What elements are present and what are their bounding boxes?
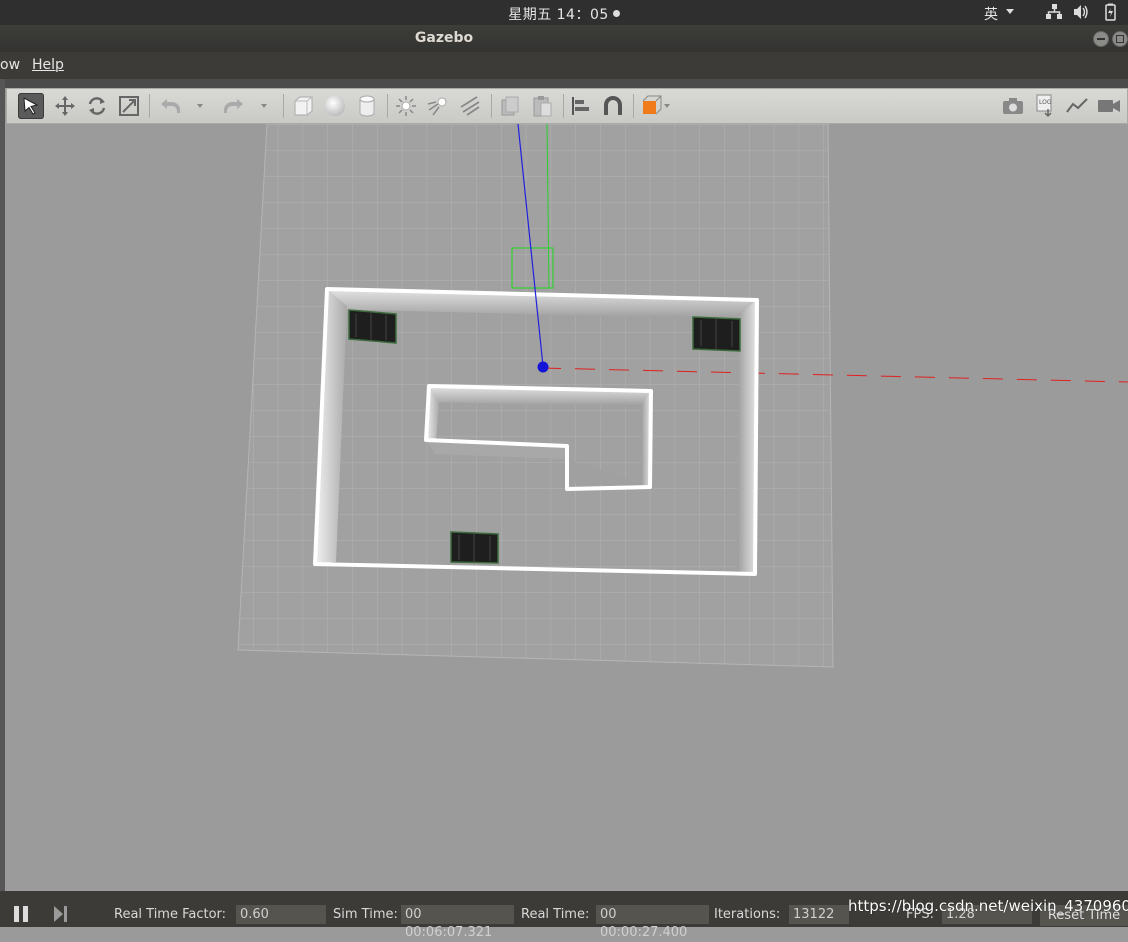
- sim-time-value: 00 00:06:07.321: [401, 905, 514, 940]
- redo-history-chevron-icon[interactable]: [261, 104, 267, 108]
- toolbar-separator: [633, 94, 634, 118]
- cabinet-object[interactable]: [450, 531, 499, 564]
- real-time-label: Real Time:: [521, 907, 590, 922]
- rotate-mode-icon[interactable]: [84, 93, 110, 119]
- toolbar-background: [0, 79, 1128, 88]
- translate-mode-icon[interactable]: [52, 93, 78, 119]
- real-time-factor-value: 0.60: [236, 905, 326, 924]
- paste-icon[interactable]: [529, 93, 555, 119]
- snap-icon[interactable]: [600, 93, 626, 119]
- pause-icon[interactable]: [14, 906, 30, 922]
- system-top-bar: 星期五 14：05 英: [0, 0, 1128, 25]
- align-icon[interactable]: [568, 93, 594, 119]
- notification-dot: [612, 10, 620, 17]
- origin-marker[interactable]: [537, 361, 549, 373]
- render-viewport[interactable]: [5, 123, 1128, 891]
- input-method-indicator[interactable]: 英: [984, 4, 998, 24]
- iterations-label: Iterations:: [714, 907, 781, 922]
- redo-icon[interactable]: [221, 93, 247, 119]
- minimize-button[interactable]: [1093, 31, 1109, 47]
- video-record-icon[interactable]: [1096, 93, 1122, 119]
- step-icon[interactable]: [52, 906, 70, 922]
- cylinder-shape-icon[interactable]: [354, 93, 380, 119]
- cabinet-object[interactable]: [692, 316, 741, 352]
- box-shape-icon[interactable]: [290, 93, 316, 119]
- toolbar-separator: [563, 94, 564, 118]
- scale-mode-icon[interactable]: [116, 93, 142, 119]
- screenshot-icon[interactable]: [1000, 93, 1026, 119]
- battery-icon[interactable]: [1101, 3, 1119, 21]
- menu-bar: ow Help: [0, 52, 1128, 79]
- window-title-bar: Gazebo: [0, 25, 1128, 52]
- real-time-factor-label: Real Time Factor:: [114, 907, 227, 922]
- input-method-chevron-icon[interactable]: [1006, 9, 1014, 14]
- plot-icon[interactable]: [1064, 93, 1090, 119]
- svg-text:LOG: LOG: [1039, 99, 1052, 106]
- real-time-value: 00 00:00:27.400: [596, 905, 709, 940]
- view-angle-chevron-icon[interactable]: [664, 104, 670, 108]
- watermark-text: https://blog.csdn.net/weixin_43709601: [848, 897, 1128, 915]
- volume-icon[interactable]: [1072, 3, 1090, 21]
- network-icon[interactable]: [1045, 3, 1063, 21]
- point-light-icon[interactable]: [393, 93, 419, 119]
- view-angle-icon[interactable]: [639, 93, 665, 119]
- toolbar-separator: [491, 94, 492, 118]
- toolbar-separator: [387, 94, 388, 118]
- menu-help[interactable]: Help: [32, 57, 64, 73]
- system-clock[interactable]: 星期五 14：05: [0, 4, 1128, 24]
- log-icon[interactable]: LOG: [1032, 93, 1058, 119]
- cabinet-object[interactable]: [348, 309, 397, 344]
- undo-history-chevron-icon[interactable]: [197, 104, 203, 108]
- iterations-value: 13122: [789, 905, 849, 924]
- sphere-shape-icon[interactable]: [322, 93, 348, 119]
- toolbar-separator: [149, 94, 150, 118]
- toolbar: LOG: [6, 88, 1128, 124]
- undo-icon[interactable]: [157, 93, 183, 119]
- menu-window[interactable]: ow: [0, 57, 20, 73]
- scene-canvas[interactable]: [5, 123, 1128, 891]
- window-title: Gazebo: [414, 30, 474, 46]
- select-mode-icon[interactable]: [18, 93, 44, 119]
- maximize-button[interactable]: [1112, 31, 1128, 47]
- directional-light-icon[interactable]: [457, 93, 483, 119]
- toolbar-separator: [283, 94, 284, 118]
- spot-light-icon[interactable]: [425, 93, 451, 119]
- copy-icon[interactable]: [497, 93, 523, 119]
- sim-time-label: Sim Time:: [333, 907, 398, 922]
